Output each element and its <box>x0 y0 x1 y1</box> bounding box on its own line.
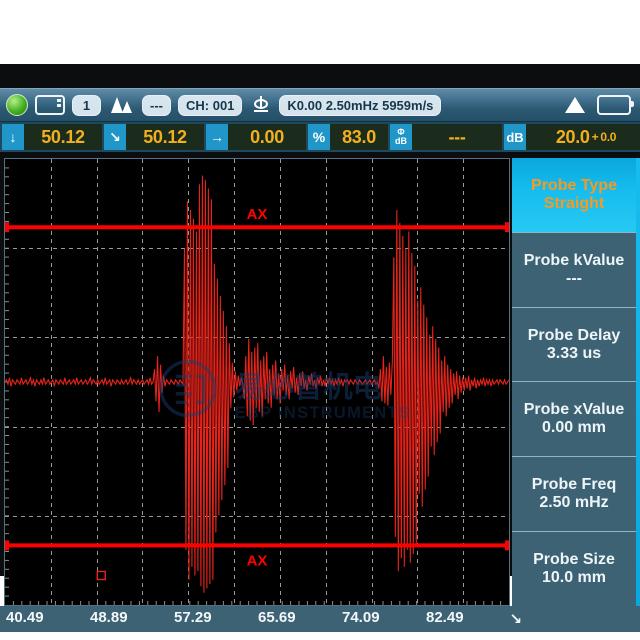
sidebar-item-value: 2.50 mHz <box>539 494 609 512</box>
gain-plus-sign: + <box>591 130 599 144</box>
measurement-soundpath[interactable]: ↘ 50.12 <box>104 124 204 150</box>
axis-tick-0: 40.49 <box>6 609 44 626</box>
measurement-gain[interactable]: dB 20.0 + 0.0 <box>504 124 640 150</box>
sidebar-item-probe-kvalue[interactable]: Probe kValue --- <box>512 232 636 308</box>
sidebar-item-label: Probe Size <box>533 551 615 569</box>
sidebar-edge-strip <box>636 158 640 606</box>
x-axis-bar: 40.49 48.89 57.29 65.69 74.09 82.49 ↘ <box>0 606 640 632</box>
ascan-plot: AX AX <box>5 159 509 605</box>
measurement-phi-db-value: --- <box>412 124 502 150</box>
sidebar-item-value: 3.33 us <box>546 344 602 362</box>
probe-icon <box>254 96 269 112</box>
memory-slot-badge[interactable]: 1 <box>72 94 101 116</box>
sidebar-item-label: Probe Delay <box>527 326 621 344</box>
axis-tick-4: 74.09 <box>342 609 380 626</box>
axis-tick-1: 48.89 <box>90 609 128 626</box>
mode-pill[interactable]: --- <box>142 94 171 116</box>
sidebar-item-label: Probe kValue <box>523 251 625 269</box>
measurement-phi-db[interactable]: Φ dB --- <box>390 124 502 150</box>
sidebar-item-label: Probe xValue <box>523 401 625 419</box>
axis-tick-5: 82.49 <box>426 609 464 626</box>
sidebar-item-probe-type[interactable]: Probe Type Straight <box>512 158 636 233</box>
sidebar-item-probe-freq[interactable]: Probe Freq 2.50 mHz <box>512 457 636 533</box>
channel-badge[interactable]: CH: 001 <box>178 94 243 116</box>
phi-db-icon: Φ dB <box>390 124 412 150</box>
status-bar: 1 --- CH: 001 K0.00 2.50mHz 5959m/s <box>0 88 640 122</box>
measurement-surface-distance-value: 0.00 <box>228 124 306 150</box>
probe-info-pill[interactable]: K0.00 2.50mHz 5959m/s <box>279 94 442 116</box>
measurement-amplitude-value: 83.0 <box>330 124 388 150</box>
ascan-chart[interactable]: AX AX 易必普机电 EBP INSTRUMENTS <box>4 158 510 606</box>
db-icon: dB <box>504 124 526 150</box>
arrow-down-icon: ↓ <box>2 124 24 150</box>
device-screen: 1 --- CH: 001 K0.00 2.50mHz 5959m/s ↓ 50… <box>0 64 640 632</box>
measurement-depth-value: 50.12 <box>24 124 102 150</box>
percent-icon: % <box>308 124 330 150</box>
measurement-surface-distance[interactable]: → 0.00 <box>206 124 306 150</box>
gain-base: 20.0 <box>555 126 590 147</box>
probe-settings-sidebar: Probe Type Straight Probe kValue --- Pro… <box>512 158 636 606</box>
sidebar-item-probe-xvalue[interactable]: Probe xValue 0.00 mm <box>512 382 636 458</box>
svg-text:AX: AX <box>247 206 268 223</box>
axis-tick-3: 65.69 <box>258 609 296 626</box>
sidebar-item-label: Probe Type <box>531 177 617 194</box>
gain-offset: 0.0 <box>600 130 617 144</box>
measurement-amplitude[interactable]: % 83.0 <box>308 124 388 150</box>
arrow-down-right-icon: ↘ <box>104 124 126 150</box>
axis-tick-2: 57.29 <box>174 609 212 626</box>
measurement-soundpath-value: 50.12 <box>126 124 204 150</box>
usb-drive-icon <box>35 95 65 115</box>
sidebar-item-probe-delay[interactable]: Probe Delay 3.33 us <box>512 307 636 383</box>
sidebar-item-value: 0.00 mm <box>541 419 607 437</box>
measurement-gain-value: 20.0 + 0.0 <box>526 124 640 150</box>
arrow-right-icon: → <box>206 124 228 150</box>
triangle-up-icon <box>565 97 585 113</box>
power-led-icon <box>6 94 28 116</box>
measurement-depth[interactable]: ↓ 50.12 <box>2 124 102 150</box>
sidebar-item-value: --- <box>566 269 582 287</box>
sidebar-item-probe-size[interactable]: Probe Size 10.0 mm <box>512 532 636 606</box>
db-glyph: dB <box>395 136 407 146</box>
sidebar-item-value: 10.0 mm <box>541 569 607 587</box>
peaks-icon <box>111 97 132 113</box>
battery-icon <box>597 95 634 115</box>
axis-end-arrow-icon: ↘ <box>509 611 522 628</box>
sidebar-item-label: Probe Freq <box>531 476 617 494</box>
svg-text:AX: AX <box>247 552 268 569</box>
measurement-bar: ↓ 50.12 ↘ 50.12 → 0.00 % 83.0 Φ dB --- d… <box>0 122 640 152</box>
sidebar-item-value: Straight <box>543 194 605 212</box>
